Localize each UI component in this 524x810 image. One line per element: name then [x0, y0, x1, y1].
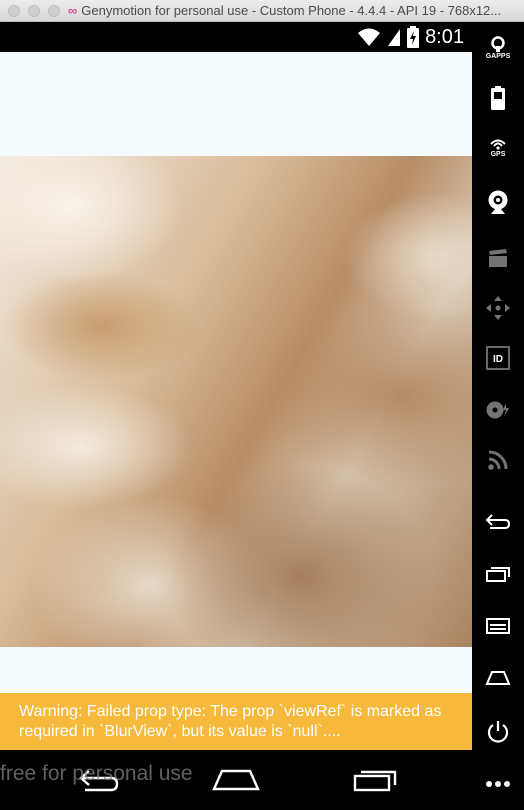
recent-apps-icon [353, 770, 397, 792]
power-icon [487, 721, 509, 743]
battery-button[interactable] [472, 78, 524, 118]
android-recent-button[interactable] [472, 554, 524, 594]
power-button[interactable] [472, 712, 524, 752]
app-content: Warning: Failed prop type: The prop `vie… [0, 52, 472, 750]
gps-icon [490, 139, 506, 150]
network-button[interactable] [472, 440, 524, 480]
window-title-label: Genymotion for personal use - Custom Pho… [81, 3, 502, 18]
window-minimize-button[interactable] [28, 5, 40, 17]
blurred-image [0, 156, 472, 647]
emulator-toolbar: GAPPS GPS ID [472, 22, 524, 810]
gapps-icon [491, 36, 505, 52]
gps-label: GPS [490, 151, 506, 158]
status-icons: 8:01 [357, 26, 464, 48]
remote-control-button[interactable] [472, 288, 524, 328]
personal-use-watermark: free for personal use [0, 762, 193, 785]
status-bar: 8:01 [0, 22, 472, 52]
gapps-label: GAPPS [485, 53, 511, 60]
disk-icon [486, 401, 509, 419]
home-key-icon [485, 671, 511, 685]
rss-icon [488, 450, 508, 470]
gapps-button[interactable]: GAPPS [472, 28, 524, 68]
gps-button[interactable]: GPS [472, 128, 524, 168]
yellow-box-warning[interactable]: Warning: Failed prop type: The prop `vie… [0, 693, 472, 750]
genymotion-logo-icon: ∞ [68, 3, 78, 18]
window-maximize-button[interactable] [48, 5, 60, 17]
status-clock: 8:01 [425, 25, 464, 48]
home-icon [212, 769, 260, 791]
device-screen: 8:01 Warning: Failed prop type: The prop… [0, 22, 472, 810]
webcam-icon [488, 190, 508, 214]
android-menu-button[interactable] [472, 606, 524, 646]
emulator-window: ∞ Genymotion for personal use - Custom Ph… [0, 0, 524, 810]
back-arrow-icon [485, 514, 511, 529]
wifi-icon [358, 28, 381, 46]
window-close-button[interactable] [8, 5, 20, 17]
webcam-button[interactable] [472, 182, 524, 222]
warning-text: Warning: Failed prop type: The prop `vie… [19, 703, 442, 740]
more-dots-icon [486, 781, 510, 787]
clapperboard-icon [489, 249, 507, 267]
signal-icon [388, 29, 401, 46]
device-id-button[interactable]: ID [472, 338, 524, 378]
window-title-bar: ∞ Genymotion for personal use - Custom Ph… [0, 0, 524, 22]
battery-icon [407, 26, 420, 48]
battery-widget-icon [491, 86, 505, 110]
recent-windows-icon [486, 567, 510, 582]
android-home-button[interactable] [472, 658, 524, 698]
disk-io-button[interactable] [472, 390, 524, 430]
nav-home-button[interactable] [211, 762, 261, 798]
id-label: ID [493, 354, 503, 365]
more-options-button[interactable] [472, 764, 524, 804]
android-back-button[interactable] [472, 502, 524, 542]
screencast-button[interactable] [472, 238, 524, 278]
nav-recent-apps-button[interactable] [350, 762, 400, 798]
window-title: ∞ Genymotion for personal use - Custom Ph… [68, 3, 524, 18]
menu-icon [486, 618, 510, 634]
dpad-icon [486, 296, 510, 320]
